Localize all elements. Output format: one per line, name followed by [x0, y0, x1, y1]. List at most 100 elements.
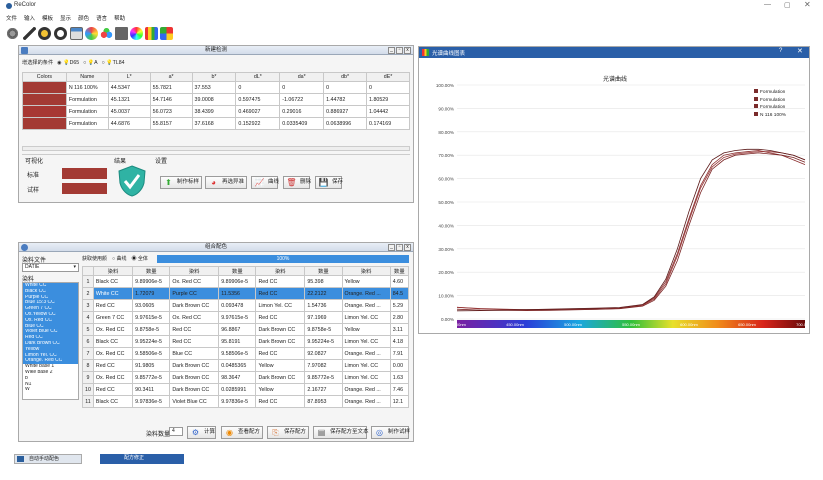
table-row[interactable]: 3 Red CC 93.0605 Dark Brown CC 0.093478 Limon…	[82, 299, 410, 312]
table-row[interactable]: 5 Ox. Red CC 9.8758e-5 Red CC 96.8867 Dark Br…	[82, 323, 410, 336]
color-bars-icon[interactable]	[145, 27, 158, 40]
spectral-close-button[interactable]: ✕	[797, 47, 803, 55]
table-row[interactable]: 7 Ox. Red CC 9.58506e-5 Blue CC 9.58506e-5 Re…	[82, 347, 410, 360]
view-recipe-button[interactable]: ◉ 查看配方	[221, 426, 263, 439]
col-header[interactable]: db*	[323, 72, 368, 82]
combo-min-button[interactable]: _	[388, 244, 395, 251]
pipette-icon[interactable]	[23, 27, 36, 40]
dye-count-spinner[interactable]: 4	[169, 427, 183, 436]
menu-help[interactable]: 帮助	[114, 14, 125, 24]
document-chart-icon[interactable]	[70, 27, 83, 40]
color-swatch	[22, 105, 67, 118]
menu-file[interactable]: 文件	[6, 14, 17, 24]
settings-icon[interactable]	[6, 27, 19, 40]
palette-icon[interactable]	[85, 27, 98, 40]
col-header[interactable]: 染料	[341, 266, 391, 276]
col-header[interactable]: 数量	[132, 266, 171, 276]
menu-color[interactable]: 颜色	[78, 14, 89, 24]
curve-button[interactable]: 📈 曲线	[251, 176, 279, 189]
col-header[interactable]: 染料	[92, 266, 134, 276]
save-recipe-button[interactable]: ⎘ 保存配方	[267, 426, 309, 439]
radio-a[interactable]: ○ 💡A	[83, 60, 98, 66]
calculate-button[interactable]: ⚙ 计算	[187, 426, 216, 439]
cell: 1.80529	[366, 93, 410, 106]
col-header[interactable]: b*	[191, 72, 237, 82]
table-row[interactable]: 1 Black CC 9.89906e-5 Ox. Red CC 9.89906e-5 R…	[82, 275, 410, 288]
save-button[interactable]: 💾 保存	[315, 176, 343, 189]
menu-input[interactable]: 输入	[24, 14, 35, 24]
circle-white-icon[interactable]	[54, 27, 67, 40]
menu-template[interactable]: 模板	[42, 14, 53, 24]
col-header[interactable]: Colors	[22, 72, 67, 82]
col-header[interactable]: Name	[65, 72, 109, 82]
visual-label: 可视化	[25, 159, 44, 165]
menu-language[interactable]: 语言	[96, 14, 107, 24]
cell: 9.95224e-5	[132, 335, 171, 348]
col-header[interactable]: 数量	[389, 266, 410, 276]
spectral-titlebar: 光谱曲线图表 ? ✕	[419, 47, 809, 58]
close-button[interactable]: ✕	[804, 0, 811, 9]
col-header[interactable]: 染料	[169, 266, 220, 276]
win-close-button[interactable]: x	[404, 47, 411, 54]
make-sample-button[interactable]: ◎ 制作试样	[371, 426, 410, 439]
radio-d65[interactable]: ◉ 💡D65	[57, 60, 79, 66]
cell: 7.91	[389, 347, 410, 360]
task-auto-match[interactable]: 自动手动配色	[14, 454, 82, 464]
col-header[interactable]: 数量	[304, 266, 343, 276]
reselect-button[interactable]: ◕ 再选异准	[205, 176, 247, 189]
save-recipe-text-button[interactable]: ▤ 保存配方至文本	[313, 426, 369, 439]
horizontal-scrollbar[interactable]	[22, 146, 410, 151]
row-number: 11	[82, 395, 94, 408]
cell: 0.174169	[366, 117, 410, 130]
table-row[interactable]: 10 Red CC 90.3411 Dark Brown CC 0.0285991 Yel…	[82, 383, 410, 396]
col-header[interactable]: dL*	[235, 72, 281, 82]
table-row[interactable]: 2 White CC 1.72079 Purple CC 11.5356 Red CC 22…	[82, 287, 410, 300]
table-row[interactable]: 4 Green 7 CC 9.97615e-5 Ox. Red CC 9.97615e-…	[82, 311, 410, 324]
col-header[interactable]: dE*	[366, 72, 410, 82]
dye-list-item[interactable]: W	[23, 387, 78, 393]
col-header[interactable]: a*	[149, 72, 193, 82]
table-row[interactable]: N 116 100% 44.5347 55.7821 37.553 0 0 0 0	[22, 81, 410, 94]
group-icon[interactable]	[100, 27, 113, 40]
radio-curve[interactable]: ○ 曲线	[112, 255, 126, 262]
table-row[interactable]: Formulation 45.1321 54.7146 39.0008 0.597475…	[22, 93, 410, 106]
cell: 9.89906e-5	[218, 275, 257, 288]
table-row[interactable]: 8 Red CC 91.9805 Dark Brown CC 0.0485365 Yell…	[82, 359, 410, 372]
make-standard-button[interactable]: ⬆ 制作标样	[160, 176, 202, 189]
dye-file-select[interactable]: DATIE ▾	[22, 263, 79, 272]
cell: 54.7146	[149, 93, 193, 106]
cell: 45.0037	[107, 105, 151, 118]
win-min-button[interactable]: _	[388, 47, 395, 54]
color-grid-icon[interactable]	[160, 27, 173, 40]
table-row[interactable]: Formulation 44.6876 55.8157 37.6168 0.152922…	[22, 117, 410, 130]
menu-display[interactable]: 显示	[60, 14, 71, 24]
delete-button[interactable]: 🗑 删除	[283, 176, 311, 189]
dye-list[interactable]: White CC Black CC Purple CC Blue 15:3 CC Gre…	[22, 282, 79, 400]
col-header[interactable]: L*	[107, 72, 151, 82]
win-max-button[interactable]: ▫	[396, 47, 403, 54]
combo-max-button[interactable]: ▫	[396, 244, 403, 251]
maximize-button[interactable]: ▢	[784, 1, 791, 9]
radio-all[interactable]: ◉ 全体	[131, 255, 147, 262]
dye-count-label: 染料数量	[146, 432, 171, 438]
circle-yellow-icon[interactable]	[38, 27, 51, 40]
col-header[interactable]: 染料	[255, 266, 306, 276]
table-row[interactable]: 9 Ox. Red CC 9.85772e-5 Dark Brown CC 98.364…	[82, 371, 410, 384]
text-icon: ▤	[317, 428, 326, 437]
task-recipe-fix[interactable]: 配方修正	[100, 454, 184, 464]
new-match-title: 新建检测	[204, 47, 227, 53]
minimize-button[interactable]: —	[764, 1, 771, 8]
color-swatch	[22, 117, 67, 130]
col-header[interactable]: da*	[279, 72, 325, 82]
radio-tl84[interactable]: ○ 💡TL84	[102, 60, 125, 66]
table-row[interactable]: 11 Black CC 9.97836e-5 Violet Blue CC 9.9783…	[82, 395, 410, 408]
table-row[interactable]: 6 Black CC 9.95224e-5 Red CC 95.8191 Dark Bro…	[82, 335, 410, 348]
help-button[interactable]: ?	[779, 48, 782, 54]
cell: 5.29	[389, 299, 410, 312]
spectro-icon[interactable]	[115, 27, 128, 40]
col-header[interactable]: 数量	[218, 266, 257, 276]
cell: Dark Brown CC	[169, 299, 220, 312]
color-wheel-icon[interactable]	[130, 27, 143, 40]
combo-close-button[interactable]: x	[404, 244, 411, 251]
table-row[interactable]: Formulation 45.0037 56.0723 38.4399 0.469027…	[22, 105, 410, 118]
